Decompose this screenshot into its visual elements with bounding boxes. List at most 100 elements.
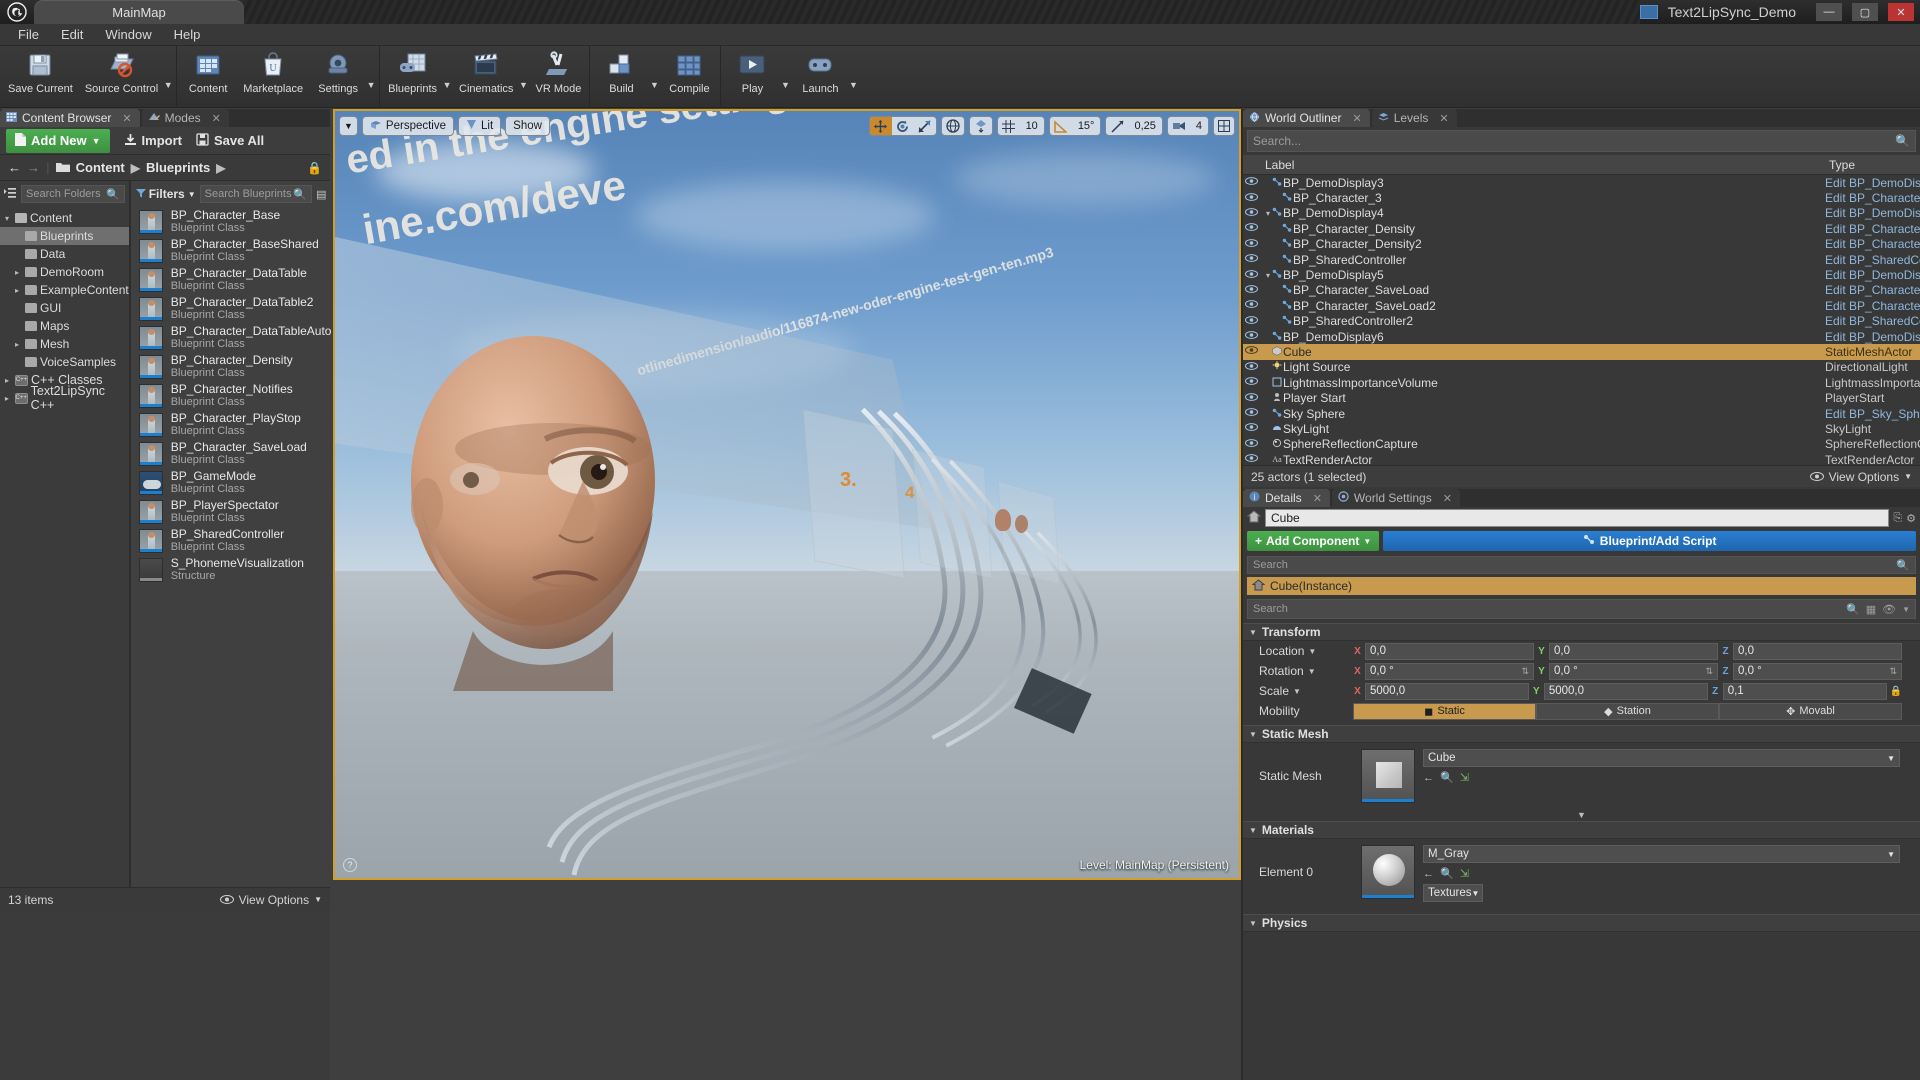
folder-tree-item[interactable]: GUI [0, 299, 129, 317]
close-icon[interactable]: ✕ [1313, 492, 1322, 505]
outliner-row[interactable]: BP_DemoDisplay6Edit BP_DemoDis [1243, 329, 1920, 344]
outliner-row-edit-link[interactable]: Edit BP_SharedCo [1825, 314, 1920, 328]
add-component-button[interactable]: + Add Component ▼ [1247, 531, 1379, 551]
save-all-button[interactable]: Save All [196, 133, 264, 149]
vr-mode-button[interactable]: VR Mode [529, 46, 587, 97]
outliner-row-edit-link[interactable]: Edit BP_DemoDis [1825, 176, 1920, 190]
grid-snap-value[interactable]: 10 [1020, 117, 1044, 135]
location-x-input[interactable]: 0,0 [1365, 643, 1534, 660]
static-mesh-thumbnail[interactable] [1361, 749, 1415, 803]
source-control-dropdown-caret[interactable]: ▼ [162, 80, 174, 90]
viewport-show-button[interactable]: Show [505, 116, 550, 136]
visibility-eye-icon[interactable] [1243, 393, 1260, 404]
property-grid-view-icon[interactable]: ▦ [1866, 603, 1876, 616]
level-viewport[interactable]: ed in the engine settings. ine.com/deve … [333, 109, 1241, 880]
column-label[interactable]: Label [1243, 158, 1825, 172]
spinner-icon[interactable]: ⇅ [1521, 666, 1529, 677]
location-y-input[interactable]: 0,0 [1549, 643, 1718, 660]
grid-snap-toggle[interactable] [998, 117, 1020, 135]
translate-mode-button[interactable] [870, 117, 892, 135]
breadcrumb-blueprints[interactable]: Blueprints [146, 160, 210, 175]
outliner-row-edit-link[interactable]: Edit BP_DemoDis [1825, 206, 1920, 220]
play-button[interactable]: Play [723, 46, 781, 97]
maximize-viewport-button[interactable] [1213, 116, 1235, 136]
spinner-icon[interactable]: ⇅ [1705, 666, 1713, 677]
outliner-row-edit-link[interactable]: Edit BP_Characte [1825, 299, 1920, 313]
folder-tree-item[interactable]: Data [0, 245, 129, 263]
viewport-perspective-button[interactable]: Perspective [362, 116, 454, 136]
map-tab[interactable]: MainMap [34, 0, 244, 24]
blueprints-dropdown-caret[interactable]: ▼ [441, 80, 453, 90]
asset-list-item[interactable]: BP_SharedControllerBlueprint Class [135, 526, 332, 555]
property-search-input[interactable]: Search [1253, 603, 1840, 615]
surface-snap-toggle[interactable] [969, 116, 993, 136]
chevron-down-icon[interactable]: ▼ [1902, 605, 1910, 614]
blueprint-add-script-button[interactable]: Blueprint/Add Script [1383, 531, 1916, 551]
visibility-eye-icon[interactable] [1243, 439, 1260, 450]
asset-list-item[interactable]: BP_Character_DataTable2Blueprint Class [135, 294, 332, 323]
tree-twisty-icon[interactable]: ▸ [12, 340, 22, 349]
filters-button[interactable]: Filters ▼ [136, 187, 196, 201]
blueprints-button[interactable]: Blueprints [382, 46, 443, 97]
asset-view-settings-icon[interactable]: ▤ [316, 188, 326, 201]
tree-twisty-icon[interactable]: ▾ [2, 214, 12, 223]
menu-file[interactable]: File [8, 24, 49, 45]
menu-edit[interactable]: Edit [51, 24, 93, 45]
menu-help[interactable]: Help [164, 24, 211, 45]
chevron-down-icon[interactable]: ▼ [1308, 647, 1316, 656]
source-control-button[interactable]: Source Control [79, 46, 164, 97]
rotation-x-input[interactable]: 0,0 °⇅ [1365, 663, 1534, 680]
tree-twisty-icon[interactable]: ▸ [12, 286, 22, 295]
back-arrow-icon[interactable]: ← [8, 160, 21, 175]
outliner-row[interactable]: ▾BP_DemoDisplay4Edit BP_DemoDis [1243, 206, 1920, 221]
outliner-row-edit-link[interactable]: Edit BP_Characte [1825, 237, 1920, 251]
tab-world-outliner[interactable]: World Outliner ✕ [1243, 109, 1370, 127]
save-current-button[interactable]: Save Current [2, 46, 79, 97]
forward-arrow-icon[interactable]: → [27, 160, 40, 175]
play-dropdown-caret[interactable]: ▼ [779, 80, 791, 90]
angle-snap-toggle[interactable] [1050, 117, 1072, 135]
outliner-row[interactable]: BP_Character_3Edit BP_Characte [1243, 190, 1920, 205]
section-materials[interactable]: ▼ Materials [1243, 821, 1920, 839]
rotation-z-input[interactable]: 0,0 °⇅ [1733, 663, 1902, 680]
settings-button[interactable]: Settings [309, 46, 367, 97]
visibility-eye-icon[interactable] [1243, 208, 1260, 219]
tab-levels[interactable]: Levels ✕ [1372, 109, 1457, 127]
marketplace-button[interactable]: U Marketplace [237, 46, 309, 97]
close-icon[interactable]: ✕ [212, 112, 221, 125]
outliner-row-edit-link[interactable]: Edit BP_Characte [1825, 283, 1920, 297]
location-z-input[interactable]: 0,0 [1733, 643, 1902, 660]
search-icon[interactable]: 🔍 [1846, 603, 1860, 616]
visibility-eye-icon[interactable] [1243, 408, 1260, 419]
tree-twisty-icon[interactable]: ▸ [12, 268, 22, 277]
outliner-view-options-button[interactable]: View Options ▼ [1810, 470, 1912, 484]
folder-tree-item[interactable]: ▾Content [0, 209, 129, 227]
folder-tree-item[interactable]: ▸C++Text2LipSync C++ [0, 389, 129, 407]
outliner-row-edit-link[interactable]: Edit BP_Characte [1825, 222, 1920, 236]
search-blueprints-input[interactable]: Search Blueprints 🔍 [200, 185, 312, 203]
outliner-row-edit-link[interactable]: Edit BP_DemoDis [1825, 268, 1920, 282]
visibility-eye-icon[interactable] [1243, 193, 1260, 204]
visibility-eye-icon[interactable] [1243, 254, 1260, 265]
folder-tree-item[interactable]: VoiceSamples [0, 353, 129, 371]
outliner-row[interactable]: BP_Character_SaveLoad2Edit BP_Characte [1243, 298, 1920, 313]
component-search-input[interactable]: Search 🔍 [1247, 556, 1916, 574]
asset-list-item[interactable]: BP_Character_DataTableBlueprint Class [135, 265, 332, 294]
outliner-row[interactable]: BP_Character_SaveLoadEdit BP_Characte [1243, 283, 1920, 298]
folder-tree-item[interactable]: ▸Mesh [0, 335, 129, 353]
angle-snap-value[interactable]: 15° [1072, 117, 1101, 135]
browse-to-asset-icon[interactable]: 🔍 [1440, 771, 1454, 784]
outliner-row[interactable]: SkyLightSkyLight [1243, 421, 1920, 436]
lock-details-icon[interactable]: ⎘ [1893, 512, 1902, 525]
tab-world-settings[interactable]: World Settings ✕ [1332, 489, 1460, 507]
asset-list-item[interactable]: BP_Character_NotifiesBlueprint Class [135, 381, 332, 410]
asset-options-icon[interactable]: ⇲ [1460, 771, 1469, 784]
rotation-y-input[interactable]: 0,0 °⇅ [1549, 663, 1718, 680]
cinematics-dropdown-caret[interactable]: ▼ [517, 80, 529, 90]
camera-speed-value[interactable]: 4 [1190, 117, 1208, 135]
compile-button[interactable]: Compile [660, 46, 718, 97]
visibility-eye-icon[interactable] [1243, 377, 1260, 388]
asset-list-item[interactable]: BP_Character_DataTableAutoBlueprint Clas… [135, 323, 332, 352]
visibility-eye-icon[interactable] [1243, 270, 1260, 281]
use-selected-asset-icon[interactable]: ← [1423, 772, 1434, 784]
